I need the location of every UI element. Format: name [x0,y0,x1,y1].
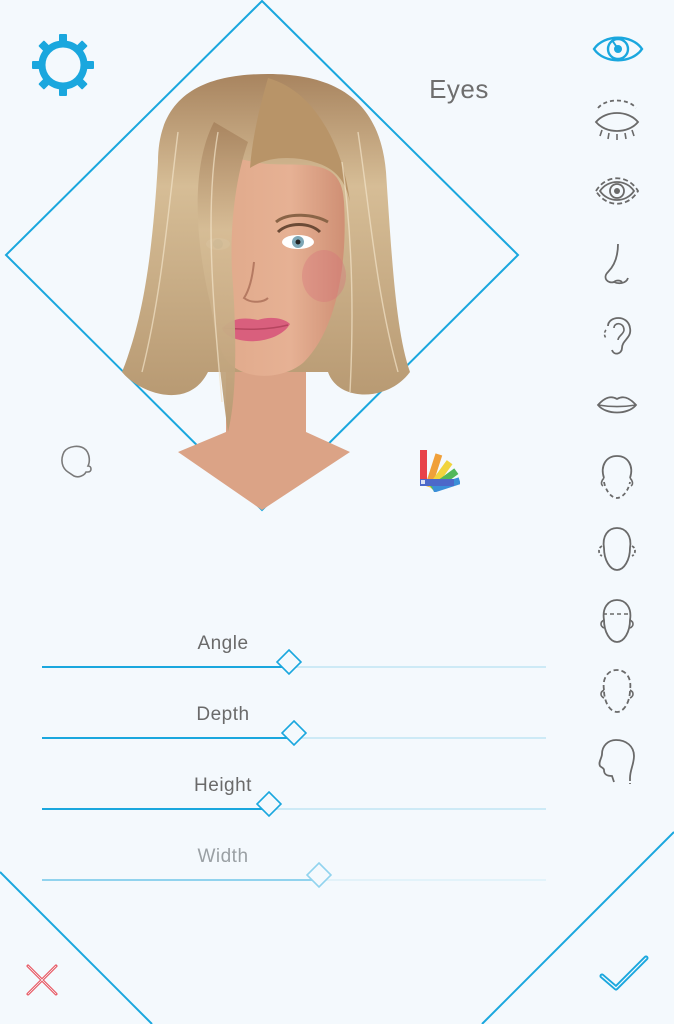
slider-fill [42,808,269,810]
eye-icon [592,36,644,62]
sidebar-item-eyes[interactable] [590,24,646,74]
color-swatch-icon [420,450,460,492]
gear-icon [32,34,94,96]
close-icon [26,964,58,996]
sidebar-item-head-profile[interactable] [594,736,640,786]
nose-icon [604,243,629,285]
slider-thumb[interactable] [255,791,282,817]
height-slider[interactable] [42,791,546,824]
cancel-button[interactable] [20,958,64,1002]
ear-icon [603,317,632,355]
slider-fill [42,666,289,668]
depth-slider[interactable] [42,720,546,753]
sidebar-item-jaw[interactable] [594,452,640,502]
eyelid-icon [594,99,640,140]
angle-slider[interactable] [42,649,546,682]
sidebar-item-forehead[interactable] [594,596,640,646]
slider-thumb[interactable] [281,720,307,746]
sidebar-item-eyeball[interactable] [592,168,642,214]
head-profile-icon [598,739,635,784]
slider-thumb[interactable] [275,649,302,675]
settings-button[interactable] [30,32,96,98]
head-rotate-button[interactable] [56,442,94,482]
avatar-portrait [122,74,410,510]
slider-thumb[interactable] [306,862,333,888]
sidebar-item-face-shape[interactable] [594,666,640,716]
forehead-icon [600,599,634,643]
sidebar-item-ears[interactable] [598,310,638,358]
color-palette-button[interactable] [414,446,460,492]
lips-icon [596,396,638,414]
jaw-icon [600,455,634,499]
checkmark-icon [599,955,649,991]
sidebar-item-eyelids[interactable] [592,96,642,142]
slider-fill [42,879,320,881]
character-preview[interactable] [118,72,414,510]
confirm-button[interactable] [596,950,652,998]
eyeball-icon [594,177,640,205]
cheeks-icon [598,527,636,571]
sidebar-item-cheeks[interactable] [594,524,640,574]
section-title: Eyes [429,74,489,104]
slider-fill [42,737,294,739]
head-outline-icon [61,445,92,478]
sidebar-item-nose[interactable] [596,240,636,288]
sidebar-item-lips[interactable] [594,388,640,422]
width-slider[interactable] [42,862,546,895]
face-shape-icon [600,669,634,713]
